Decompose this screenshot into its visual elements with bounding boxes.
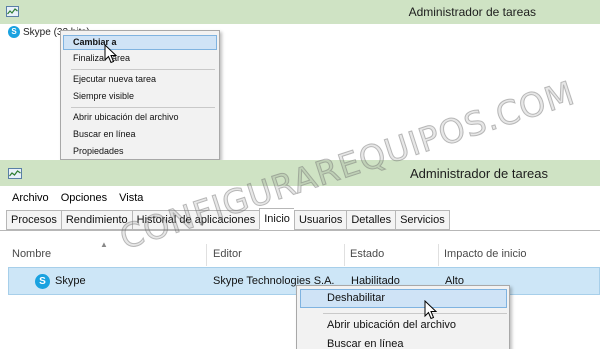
process-context-menu: Cambiar a Finalizar tarea Ejecutar nueva… [60,30,220,160]
column-status[interactable]: Estado [350,248,384,260]
window-title: Administrador de tareas [409,166,548,181]
tab-divider [0,230,600,231]
menu-item-always-on-top[interactable]: Siempre visible [73,91,134,101]
tab-bar: Procesos Rendimiento Historial de aplica… [6,208,450,230]
menu-options[interactable]: Opciones [61,192,107,204]
menu-item-search-online[interactable]: Buscar en línea [73,129,136,139]
mouse-cursor-icon [424,300,438,320]
menu-item-open-file-location[interactable]: Abrir ubicación del archivo [73,112,179,122]
tab-processes[interactable]: Procesos [6,210,61,230]
menu-item-properties[interactable]: Propiedades [73,146,124,156]
sort-ascending-icon: ▲ [100,240,108,249]
menu-item-search-online[interactable]: Buscar en línea [327,338,403,349]
row-name: Skype [55,275,86,287]
column-name[interactable]: Nombre [12,248,51,260]
top-titlebar[interactable]: Administrador de tareas [0,0,600,24]
column-startup-impact[interactable]: Impacto de inicio [444,248,527,260]
top-task-manager-panel: Administrador de tareas S Skype (32 bits… [0,0,600,160]
tab-services[interactable]: Servicios [395,210,450,230]
tab-users[interactable]: Usuarios [293,210,347,230]
menu-separator [71,107,215,108]
column-headers: ▲ Nombre Editor Estado Impacto de inicio [0,240,600,266]
column-divider [344,244,345,266]
bottom-task-manager-panel: Administrador de tareas Archivo Opciones… [0,160,600,349]
tab-app-history[interactable]: Historial de aplicaciones [131,210,260,230]
startup-context-menu: Deshabilitar Abrir ubicación del archivo… [296,285,510,349]
menu-separator [71,69,215,70]
menubar: Archivo Opciones Vista [0,188,600,208]
menu-separator [323,313,507,314]
mouse-cursor-icon [104,44,118,64]
menu-item-open-file-location[interactable]: Abrir ubicación del archivo [327,319,456,331]
skype-icon: S [8,26,20,38]
menu-item-run-new-task[interactable]: Ejecutar nueva tarea [73,74,156,84]
skype-icon: S [35,274,50,289]
menu-file[interactable]: Archivo [12,192,49,204]
column-divider [206,244,207,266]
tab-performance[interactable]: Rendimiento [60,210,132,230]
task-manager-icon [6,6,19,17]
tab-details[interactable]: Detalles [346,210,396,230]
menu-item-end-task[interactable]: Finalizar tarea [73,53,130,63]
window-title: Administrador de tareas [408,5,536,19]
menu-item-disable[interactable]: Deshabilitar [327,292,385,304]
tab-startup[interactable]: Inicio [259,208,294,230]
column-publisher[interactable]: Editor [213,248,242,260]
task-manager-icon [8,168,22,179]
column-divider [438,244,439,266]
menu-view[interactable]: Vista [119,192,143,204]
bottom-titlebar[interactable]: Administrador de tareas [0,160,600,186]
